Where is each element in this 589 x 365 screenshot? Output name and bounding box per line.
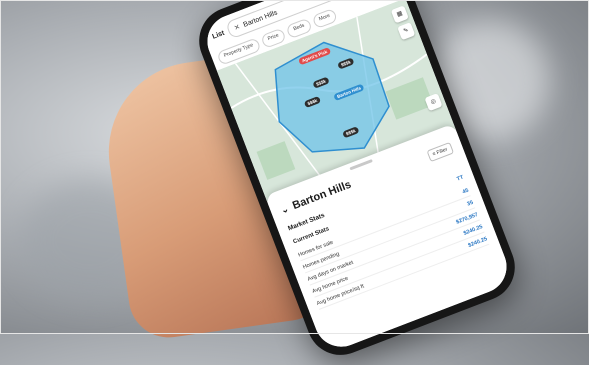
current-stats-value: TT [455,174,465,183]
neighborhood-name: Barton Hills [290,178,353,212]
chevron-down-icon[interactable]: ⌄ [279,203,290,216]
stat-value: 35 [466,199,475,208]
search-query: Barton Hills [242,8,279,29]
filter-button[interactable]: ≡ Filter [426,141,455,163]
filter-button-label: Filter [435,146,449,157]
sheet-handle[interactable] [349,159,373,171]
list-link[interactable]: List [211,29,225,40]
stat-value: 45 [461,187,470,196]
close-icon[interactable]: ✕ [233,23,241,33]
stat-value: $240.25 [467,235,489,249]
